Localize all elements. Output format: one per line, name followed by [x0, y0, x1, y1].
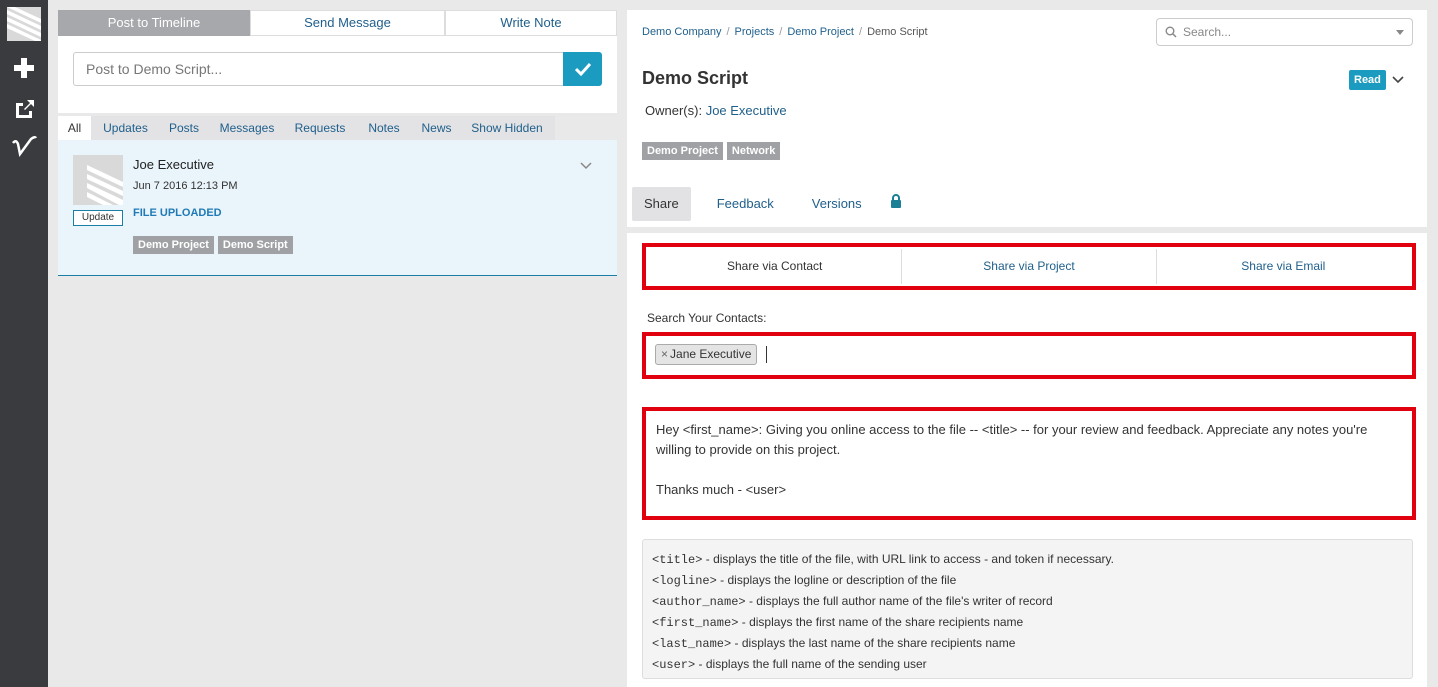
filter-news[interactable]: News: [414, 116, 459, 140]
dropdown-caret-icon: [1396, 29, 1404, 35]
search-icon: [1165, 26, 1177, 38]
help-token: <first_name>: [652, 616, 739, 630]
help-row: <user> - displays the full name of the s…: [652, 654, 1403, 675]
tab-send-message[interactable]: Send Message: [250, 10, 445, 36]
feed-item[interactable]: Update Joe Executive Jun 7 2016 12:13 PM…: [58, 140, 617, 276]
feed-tags: Demo Project Demo Script: [133, 236, 293, 254]
add-icon[interactable]: [9, 53, 39, 83]
filter-posts[interactable]: Posts: [160, 116, 208, 140]
breadcrumb-current: Demo Script: [867, 26, 928, 38]
tab-feedback[interactable]: Feedback: [705, 187, 786, 221]
chevron-down-icon[interactable]: [580, 158, 592, 173]
chevron-down-icon[interactable]: [1392, 72, 1404, 87]
feed-date: Jun 7 2016 12:13 PM: [133, 180, 238, 192]
update-badge: Update: [73, 210, 123, 226]
help-token: <user>: [652, 658, 696, 672]
left-rail: [0, 0, 48, 687]
document-header: Demo Company / Projects / Demo Project / Demo …: [627, 10, 1427, 227]
logo-icon[interactable]: [7, 7, 41, 41]
document-tags: Demo Project Network: [642, 142, 781, 160]
tab-share[interactable]: Share: [632, 187, 691, 221]
help-row: <first_name> - displays the first name o…: [652, 612, 1403, 633]
v-logo-icon[interactable]: [9, 132, 39, 162]
file-thumbnail: [73, 155, 123, 205]
chip-remove-icon[interactable]: ×: [661, 347, 668, 361]
help-desc: - displays the title of the file, with U…: [702, 552, 1114, 566]
help-row: <last_name> - displays the last name of …: [652, 633, 1403, 654]
help-token: <author_name>: [652, 595, 746, 609]
tab-share-via-email[interactable]: Share via Email: [1157, 249, 1410, 284]
tag-demo-project[interactable]: Demo Project: [133, 236, 214, 254]
page-title: Demo Script: [642, 68, 749, 88]
post-submit-button[interactable]: [563, 52, 602, 86]
tag-demo-script[interactable]: Demo Script: [217, 236, 293, 254]
owners-label: Owner(s):: [645, 103, 703, 118]
help-token: <title>: [652, 553, 703, 567]
help-token: <logline>: [652, 574, 717, 588]
token-help: <title> - displays the title of the file…: [642, 539, 1413, 679]
text-caret: [766, 346, 767, 363]
lock-icon[interactable]: [890, 193, 902, 211]
help-row: <logline> - displays the logline or desc…: [652, 570, 1403, 591]
help-desc: - displays the full author name of the f…: [745, 594, 1053, 608]
access-badge[interactable]: Read: [1349, 70, 1386, 90]
global-search[interactable]: Search...: [1156, 18, 1413, 46]
post-composer: Post to Timeline Send Message Write Note…: [58, 10, 617, 113]
owners: Owner(s): Joe Executive: [645, 103, 787, 118]
share-panel: Share via Contact Share via Project Shar…: [627, 233, 1427, 687]
tab-share-via-contact[interactable]: Share via Contact: [648, 249, 903, 284]
tag-demo-project[interactable]: Demo Project: [642, 142, 723, 160]
help-row: <title> - displays the title of the file…: [652, 549, 1403, 570]
filter-notes[interactable]: Notes: [354, 116, 414, 140]
tab-versions[interactable]: Versions: [800, 187, 874, 221]
filter-messages[interactable]: Messages: [208, 116, 286, 140]
checkmark-icon: [574, 62, 591, 76]
help-row: <author_name> - displays the full author…: [652, 591, 1403, 612]
help-desc: - displays the first name of the share r…: [738, 615, 1024, 629]
breadcrumb-project[interactable]: Demo Project: [787, 26, 854, 38]
filter-requests[interactable]: Requests: [286, 116, 354, 140]
breadcrumb-projects[interactable]: Projects: [735, 26, 775, 38]
breadcrumb-company[interactable]: Demo Company: [642, 26, 721, 38]
search-input[interactable]: Search...: [1183, 25, 1396, 39]
tab-post-to-timeline[interactable]: Post to Timeline: [58, 10, 250, 36]
tab-share-via-project[interactable]: Share via Project: [902, 249, 1157, 284]
owner-link[interactable]: Joe Executive: [706, 103, 787, 118]
feed-filter-tabs: All Updates Posts Messages Requests Note…: [58, 116, 555, 140]
feed-author[interactable]: Joe Executive: [133, 157, 214, 172]
filter-show-hidden[interactable]: Show Hidden: [459, 116, 555, 140]
help-desc: - displays the last name of the share re…: [731, 636, 1016, 650]
share-method-tabs: Share via Contact Share via Project Shar…: [642, 243, 1416, 290]
help-desc: - displays the full name of the sending …: [695, 657, 927, 671]
breadcrumb: Demo Company / Projects / Demo Project / Demo …: [642, 26, 928, 38]
document-tabs: Share Feedback Versions: [632, 187, 902, 221]
contacts-input[interactable]: × Jane Executive: [642, 332, 1416, 379]
filter-updates[interactable]: Updates: [91, 116, 160, 140]
chip-label: Jane Executive: [670, 347, 752, 361]
help-token: <last_name>: [652, 637, 732, 651]
message-textarea[interactable]: Hey <first_name>: Giving you online acce…: [642, 407, 1416, 520]
contact-chip[interactable]: × Jane Executive: [655, 344, 758, 365]
post-input[interactable]: Post to Demo Script...: [73, 52, 563, 86]
filter-all[interactable]: All: [58, 116, 91, 140]
share-icon[interactable]: [9, 93, 39, 123]
tag-network[interactable]: Network: [726, 142, 781, 160]
message-text[interactable]: Hey <first_name>: Giving you online acce…: [656, 420, 1382, 500]
help-desc: - displays the logline or description of…: [716, 573, 957, 587]
contacts-label: Search Your Contacts:: [647, 311, 767, 325]
feed-status: FILE UPLOADED: [133, 207, 222, 219]
post-type-tabs: Post to Timeline Send Message Write Note: [58, 10, 617, 36]
tab-write-note[interactable]: Write Note: [445, 10, 617, 36]
